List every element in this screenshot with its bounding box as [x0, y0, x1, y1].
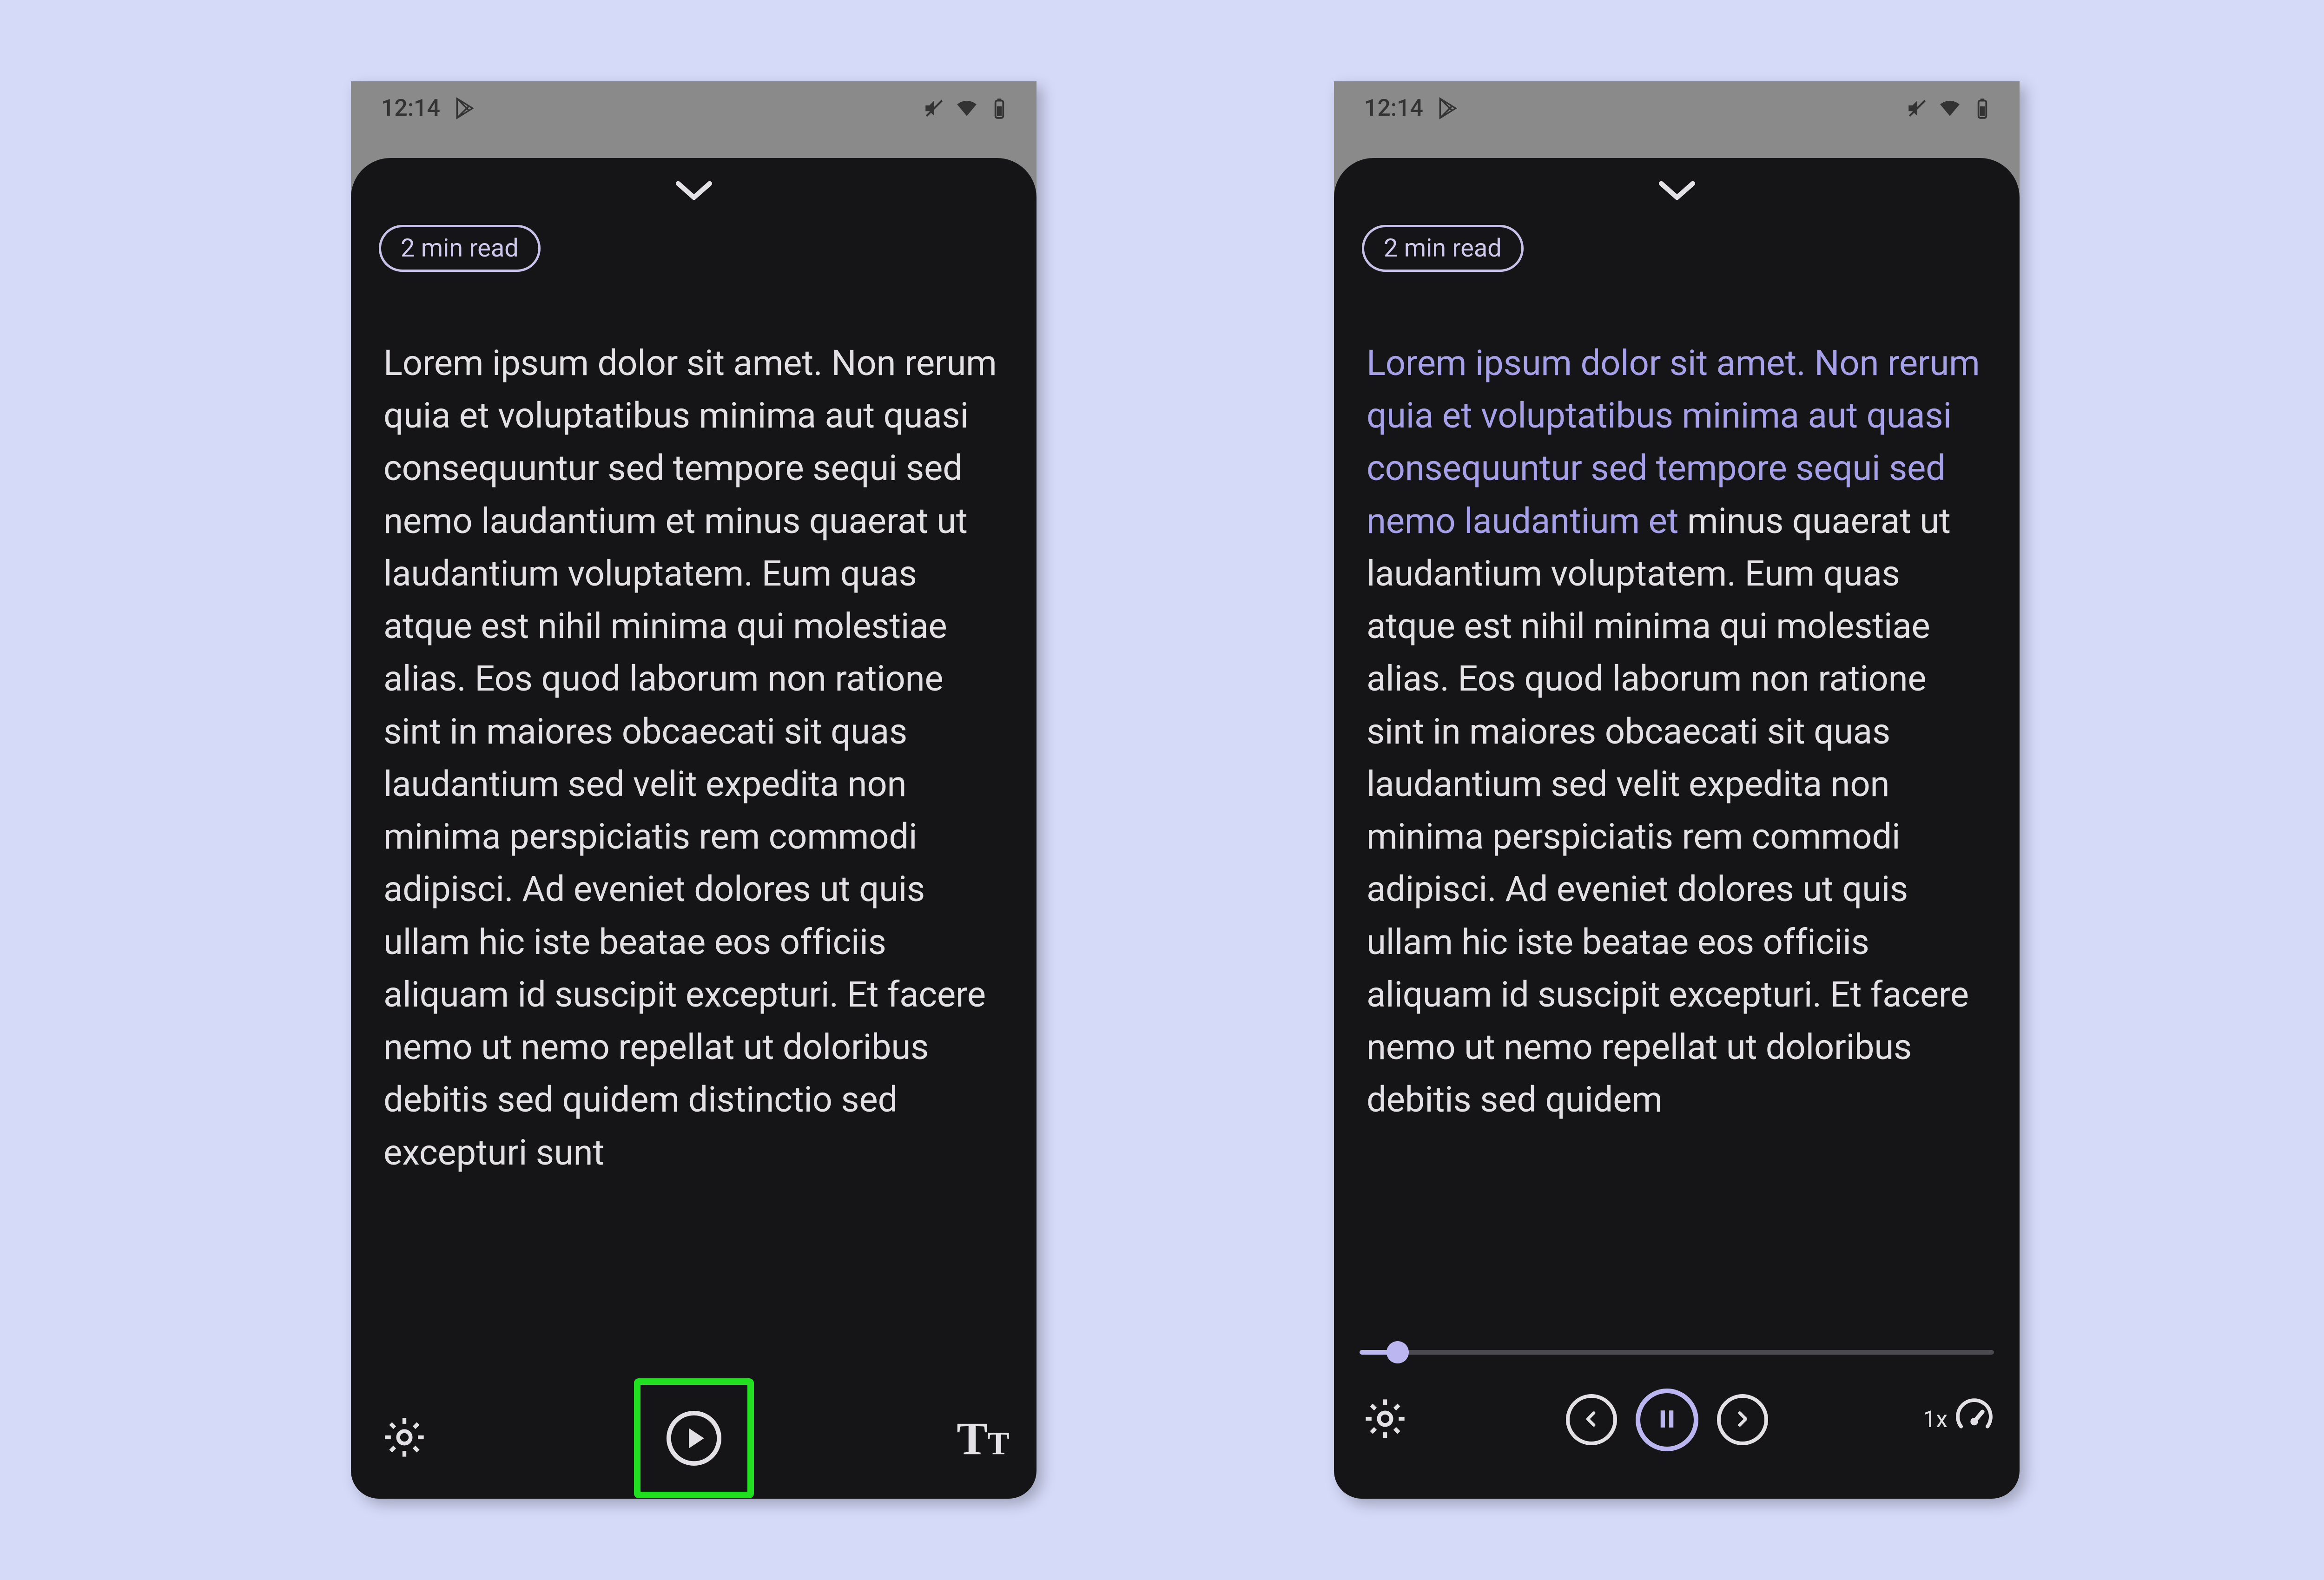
- article-body[interactable]: Lorem ipsum dolor sit amet. Non rerum qu…: [1334, 272, 2020, 1126]
- article-body[interactable]: Lorem ipsum dolor sit amet. Non rerum qu…: [351, 272, 1037, 1179]
- speed-label: 1x: [1923, 1406, 1948, 1433]
- playback-controls: 1x: [1334, 1327, 2020, 1499]
- battery-icon: [988, 97, 1011, 120]
- status-time: 12:14: [381, 95, 440, 122]
- tutorial-highlight-play: [634, 1378, 754, 1498]
- play-store-icon: [453, 97, 476, 120]
- play-button[interactable]: [664, 1408, 724, 1468]
- progress-slider[interactable]: [1360, 1345, 1994, 1359]
- chevron-down-icon: [673, 177, 715, 206]
- previous-button[interactable]: [1566, 1394, 1617, 1445]
- text-size-icon: TT: [957, 1412, 1009, 1465]
- bottom-toolbar: TT: [351, 1378, 1037, 1499]
- battery-icon: [1971, 97, 1994, 120]
- playback-speed-button[interactable]: 1x: [1923, 1397, 1994, 1442]
- next-button[interactable]: [1717, 1394, 1768, 1445]
- text-size-button[interactable]: TT: [957, 1413, 1009, 1464]
- collapse-handle[interactable]: [351, 158, 1037, 206]
- status-bar: 12:14: [1334, 81, 2020, 135]
- collapse-handle[interactable]: [1334, 158, 2020, 206]
- gear-icon: [381, 1414, 428, 1462]
- speedometer-icon: [1954, 1397, 1994, 1442]
- chevron-down-icon: [1656, 177, 1698, 206]
- slider-thumb[interactable]: [1386, 1341, 1409, 1363]
- status-bar: 12:14: [351, 81, 1037, 135]
- reader-sheet: 2 min read Lorem ipsum dolor sit amet. N…: [1334, 158, 2020, 1499]
- gear-icon: [1362, 1396, 1408, 1444]
- read-time-chip: 2 min read: [379, 225, 541, 272]
- wifi-icon: [955, 97, 978, 120]
- chevron-left-icon: [1581, 1409, 1602, 1431]
- mute-icon: [1906, 97, 1929, 120]
- settings-button[interactable]: [379, 1413, 430, 1464]
- phone-state-playing: 12:14: [1334, 81, 2020, 1499]
- reader-sheet: 2 min read Lorem ipsum dolor sit amet. N…: [351, 158, 1037, 1499]
- pause-button[interactable]: [1636, 1389, 1698, 1451]
- wifi-icon: [1938, 97, 1961, 120]
- read-time-chip: 2 min read: [1362, 225, 1524, 272]
- pause-icon: [1654, 1406, 1680, 1434]
- settings-button[interactable]: [1360, 1394, 1411, 1445]
- chevron-right-icon: [1732, 1409, 1753, 1431]
- article-body-remaining: minus quaerat ut laudantium voluptatem. …: [1367, 500, 1969, 1121]
- play-store-icon: [1436, 97, 1459, 120]
- status-time: 12:14: [1364, 95, 1423, 122]
- phone-state-paused: 12:14: [351, 81, 1037, 1499]
- play-icon: [664, 1462, 724, 1470]
- slider-track: [1360, 1350, 1994, 1355]
- mute-icon: [923, 97, 946, 120]
